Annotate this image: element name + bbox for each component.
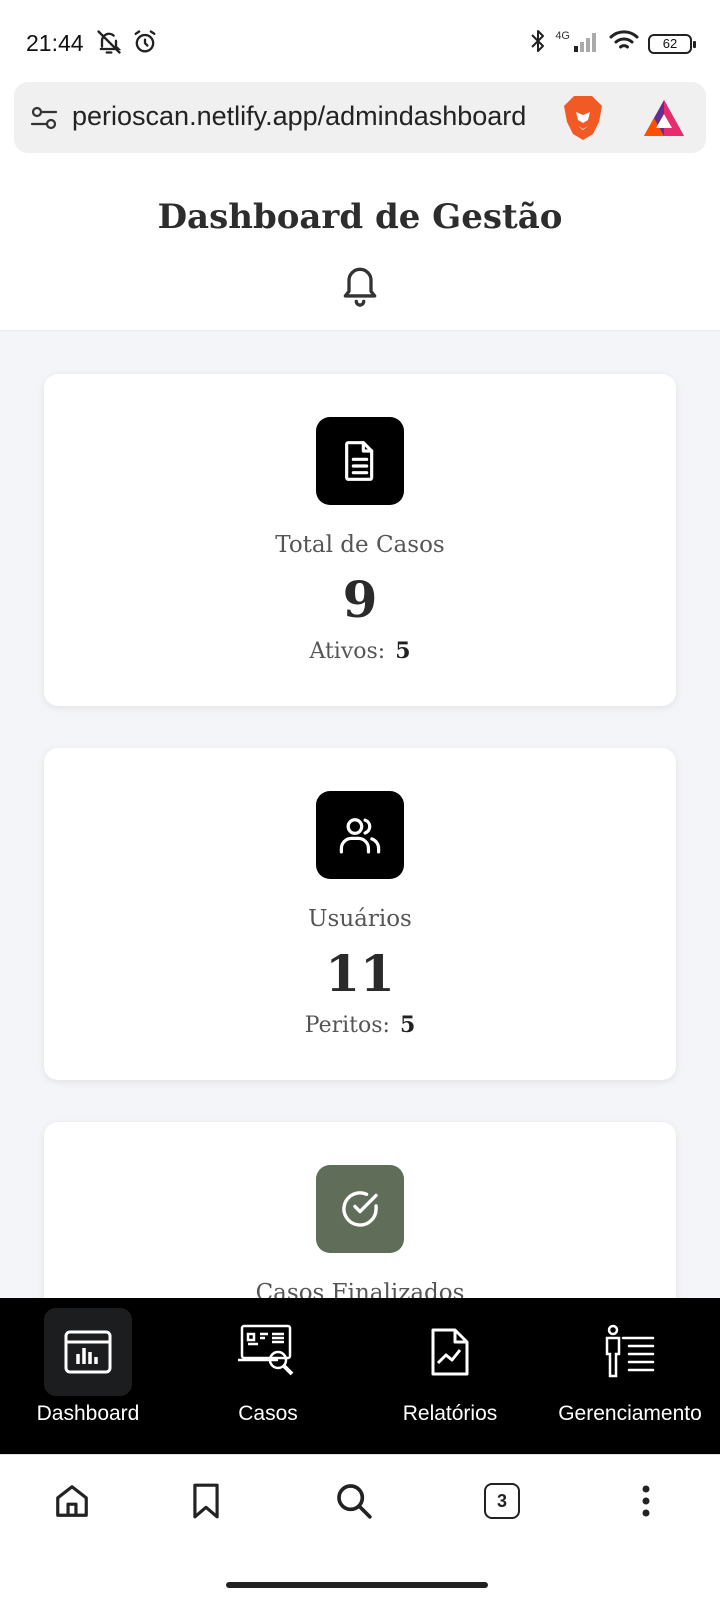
- card-sub: Ativos: 5: [44, 638, 676, 664]
- brave-shields-icon[interactable]: [562, 94, 604, 147]
- users-icon: [316, 791, 404, 879]
- tab-count: 3: [484, 1483, 520, 1519]
- case-search-icon: [224, 1308, 312, 1396]
- card-value: 11: [325, 944, 395, 1003]
- battery-icon: 62: [648, 33, 696, 54]
- management-icon: [586, 1308, 674, 1396]
- search-icon[interactable]: [332, 1479, 376, 1523]
- card-sub-value: 5: [395, 638, 411, 664]
- home-indicator[interactable]: [226, 1582, 488, 1588]
- document-icon: [316, 417, 404, 505]
- app-bottom-nav: Dashboard Casos Relatórios Gerenciamento: [0, 1298, 720, 1454]
- bookmark-icon[interactable]: [184, 1479, 228, 1523]
- bat-rewards-icon[interactable]: [642, 98, 686, 143]
- card-label: Usuários: [308, 906, 412, 932]
- network-type: 4G: [555, 29, 570, 42]
- signal-icon: [574, 30, 600, 57]
- card-users: Usuários 11 Peritos: 5: [44, 748, 676, 1080]
- card-label: Casos Finalizados: [255, 1280, 465, 1298]
- notification-bell-icon[interactable]: [338, 260, 382, 313]
- nav-item-casos[interactable]: Casos: [176, 1298, 360, 1454]
- dashboard-icon: [44, 1308, 132, 1396]
- site-settings-icon[interactable]: [30, 104, 58, 137]
- card-sub-value: 5: [399, 1012, 416, 1038]
- card-value: 9: [342, 570, 378, 629]
- alarm-icon: [131, 28, 159, 61]
- card-sub: Peritos: 5: [44, 1012, 676, 1038]
- page-header: Dashboard de Gestão: [0, 153, 720, 331]
- wifi-icon: [608, 29, 640, 58]
- bluetooth-icon: [529, 28, 547, 59]
- nav-label: Relatórios: [402, 1402, 498, 1425]
- report-icon: [406, 1308, 494, 1396]
- check-circle-icon: [316, 1165, 404, 1253]
- card-label: Total de Casos: [275, 532, 445, 558]
- nav-label: Gerenciamento: [558, 1402, 702, 1425]
- nav-label: Casos: [238, 1402, 298, 1425]
- browser-toolbar: 3: [0, 1454, 720, 1600]
- card-total-cases: Total de Casos 9 Ativos: 5: [44, 374, 676, 706]
- card-finished-cases: Casos Finalizados: [44, 1122, 676, 1298]
- status-time: 21:44: [26, 30, 84, 56]
- muted-bell-icon: [95, 28, 123, 61]
- home-icon[interactable]: [50, 1479, 94, 1523]
- more-icon[interactable]: [624, 1479, 668, 1523]
- address-bar[interactable]: perioscan.netlify.app/admindashboard: [14, 82, 706, 153]
- nav-item-dashboard[interactable]: Dashboard: [0, 1298, 176, 1454]
- card-sub-label: Peritos:: [304, 1013, 390, 1038]
- url-text[interactable]: perioscan.netlify.app/admindashboard: [72, 101, 555, 132]
- nav-item-gerenciamento[interactable]: Gerenciamento: [540, 1298, 720, 1454]
- nav-item-relatorios[interactable]: Relatórios: [360, 1298, 540, 1454]
- battery-level: 62: [662, 36, 678, 51]
- page-title: Dashboard de Gestão: [157, 197, 563, 237]
- dashboard-content[interactable]: Total de Casos 9 Ativos: 5 Usuários 11 Pe…: [0, 332, 720, 1298]
- status-bar: 21:44 4G 62: [0, 0, 720, 80]
- card-sub-label: Ativos:: [309, 639, 386, 664]
- nav-label: Dashboard: [36, 1402, 140, 1425]
- tabs-icon[interactable]: 3: [480, 1479, 524, 1523]
